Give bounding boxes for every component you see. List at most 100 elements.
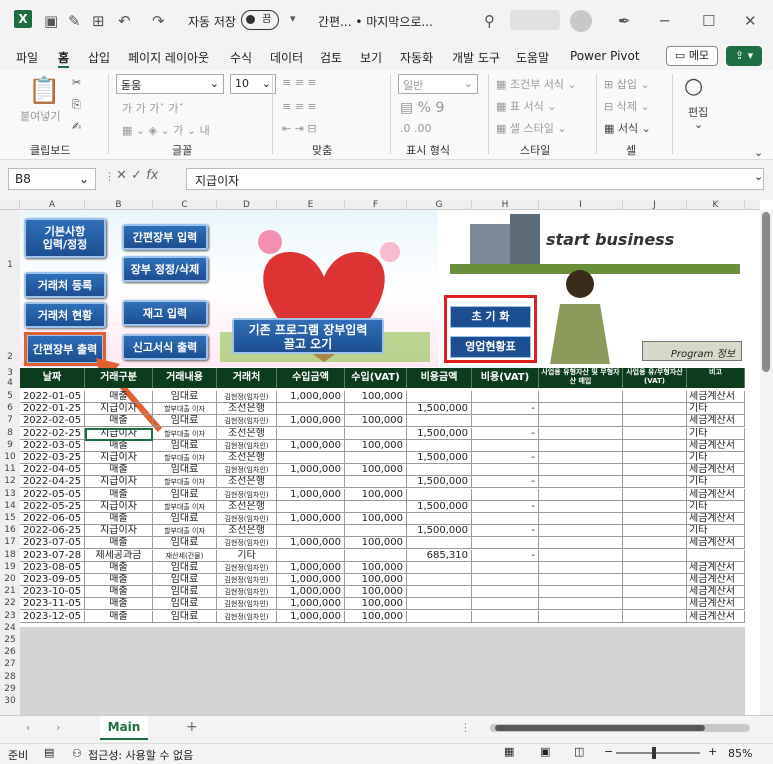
table-cell[interactable]: 임대료 xyxy=(153,513,217,525)
page-layout-icon[interactable]: ▣ xyxy=(540,745,550,758)
table-cell[interactable] xyxy=(623,574,687,586)
accessibility-status[interactable]: 접근성: 사용할 수 없음 xyxy=(88,747,193,763)
table-cell[interactable]: 1,000,000 xyxy=(277,574,345,586)
number-format-select[interactable]: 일반 ⌄ xyxy=(398,74,478,94)
zoom-out-icon[interactable]: − xyxy=(604,745,613,758)
table-cell[interactable] xyxy=(539,452,623,464)
table-cell[interactable]: 매출 xyxy=(85,488,153,501)
macro-icon[interactable]: ▤ xyxy=(44,746,54,759)
table-cell[interactable]: 세금계산서 xyxy=(687,415,745,428)
table-cell[interactable] xyxy=(407,488,472,501)
table-cell[interactable]: 임대료 xyxy=(153,439,217,452)
inventory-input-button[interactable]: 재고 입력 xyxy=(122,300,208,326)
cut-icon[interactable]: ✂ xyxy=(72,76,81,89)
table-cell[interactable] xyxy=(472,513,539,525)
table-cell[interactable] xyxy=(539,525,623,538)
row-header[interactable]: 13 xyxy=(0,488,20,499)
table-cell[interactable]: 김현정(임차인) xyxy=(217,391,277,403)
indent-icon[interactable]: ⇤ ⇥ ⊟ xyxy=(282,122,317,135)
table-cell[interactable]: 100,000 xyxy=(345,610,407,623)
table-cell[interactable]: 기타 xyxy=(687,500,745,513)
table-cell[interactable]: 1,000,000 xyxy=(277,391,345,403)
column-header[interactable]: H xyxy=(472,200,539,210)
table-cell[interactable] xyxy=(277,476,345,489)
chevron-down-icon[interactable]: ⌄ xyxy=(694,118,703,131)
table-cell[interactable] xyxy=(472,415,539,428)
table-cell[interactable] xyxy=(407,574,472,586)
menu-view[interactable]: 보기 xyxy=(360,49,382,66)
column-header[interactable]: C xyxy=(153,200,217,210)
table-cell[interactable]: 2023-07-05 xyxy=(20,537,85,550)
table-cell[interactable]: 1,500,000 xyxy=(407,525,472,538)
table-cell[interactable]: - xyxy=(472,476,539,489)
table-cell[interactable]: 100,000 xyxy=(345,391,407,403)
table-cell[interactable] xyxy=(539,561,623,574)
table-cell[interactable] xyxy=(623,525,687,538)
vendor-register-button[interactable]: 거래처 등록 xyxy=(24,272,106,298)
table-cell[interactable]: 지급이자 xyxy=(85,452,153,464)
search-icon[interactable]: ⚲ xyxy=(484,12,495,30)
row-header[interactable]: 6 xyxy=(0,403,20,414)
format-painter-icon[interactable]: ✍ xyxy=(72,120,81,133)
table-cell[interactable]: 지급이자 xyxy=(85,525,153,538)
table-format-button[interactable]: ▦ 표 서식 ⌄ xyxy=(496,98,556,114)
sales-report-button[interactable]: 영업현황표 xyxy=(450,336,531,358)
table-cell[interactable]: 김현정(임차인) xyxy=(217,561,277,574)
row-header[interactable]: 7 xyxy=(0,415,20,426)
row-header[interactable]: 27 xyxy=(0,659,20,670)
row-header[interactable]: 20 xyxy=(0,574,20,584)
table-cell[interactable] xyxy=(623,488,687,501)
table-cell[interactable]: 매출 xyxy=(85,464,153,477)
table-cell[interactable] xyxy=(623,415,687,428)
table-cell[interactable] xyxy=(623,598,687,611)
table-cell[interactable]: 1,000,000 xyxy=(277,610,345,623)
maximize-icon[interactable]: ☐ xyxy=(702,12,715,30)
table-cell[interactable]: 2023-11-05 xyxy=(20,598,85,611)
table-cell[interactable]: 김현정(임차인) xyxy=(217,610,277,623)
undo-icon[interactable]: ↶ xyxy=(118,12,131,30)
menu-power-pivot[interactable]: Power Pivot xyxy=(570,49,640,63)
table-cell[interactable]: 1,000,000 xyxy=(277,415,345,428)
row-header[interactable]: 22 xyxy=(0,598,20,609)
table-cell[interactable]: 2022-06-05 xyxy=(20,513,85,525)
zoom-slider[interactable] xyxy=(616,752,700,754)
zoom-in-icon[interactable]: + xyxy=(708,745,717,758)
table-cell[interactable]: 김현정(임차인) xyxy=(217,598,277,611)
avatar[interactable] xyxy=(570,10,592,32)
table-cell[interactable]: 100,000 xyxy=(345,513,407,525)
table-cell[interactable]: 2022-02-05 xyxy=(20,415,85,428)
collapse-ribbon-icon[interactable]: ⌄ xyxy=(754,146,763,159)
quick-save-icon[interactable]: ⊞ xyxy=(92,12,105,30)
table-cell[interactable] xyxy=(623,403,687,416)
row-header[interactable]: 2 xyxy=(0,352,20,362)
table-cell[interactable]: 100,000 xyxy=(345,574,407,586)
table-cell[interactable]: 매출 xyxy=(85,537,153,550)
table-cell[interactable]: 김현정(임차인) xyxy=(217,464,277,477)
table-cell[interactable]: 2022-06-25 xyxy=(20,525,85,538)
row-header[interactable]: 11 xyxy=(0,464,20,475)
table-cell[interactable] xyxy=(623,513,687,525)
table-cell[interactable]: 1,000,000 xyxy=(277,439,345,452)
ledger-input-button[interactable]: 간편장부 입력 xyxy=(122,224,208,250)
column-header[interactable]: D xyxy=(217,200,277,210)
table-cell[interactable]: 지급이자 xyxy=(85,476,153,489)
table-cell[interactable]: 매출 xyxy=(85,513,153,525)
table-cell[interactable]: 100,000 xyxy=(345,537,407,550)
table-cell[interactable] xyxy=(623,561,687,574)
table-cell[interactable] xyxy=(472,586,539,599)
search-icon[interactable]: ○ xyxy=(684,74,703,99)
table-cell[interactable]: 2023-09-05 xyxy=(20,574,85,586)
table-cell[interactable]: 지급이자 xyxy=(85,500,153,513)
table-cell[interactable]: 2023-12-05 xyxy=(20,610,85,623)
table-cell[interactable]: 임대료 xyxy=(153,610,217,623)
table-cell[interactable] xyxy=(407,561,472,574)
table-cell[interactable] xyxy=(407,513,472,525)
prev-sheet-icon[interactable]: ‹ xyxy=(26,721,30,734)
table-cell[interactable]: 세금계산서 xyxy=(687,439,745,452)
table-cell[interactable]: 임대료 xyxy=(153,586,217,599)
table-cell[interactable]: 할부대출 이자 xyxy=(153,403,217,416)
ledger-edit-button[interactable]: 장부 정정/삭제 xyxy=(122,256,208,282)
table-cell[interactable] xyxy=(539,391,623,403)
table-cell[interactable] xyxy=(539,610,623,623)
table-cell[interactable] xyxy=(472,561,539,574)
